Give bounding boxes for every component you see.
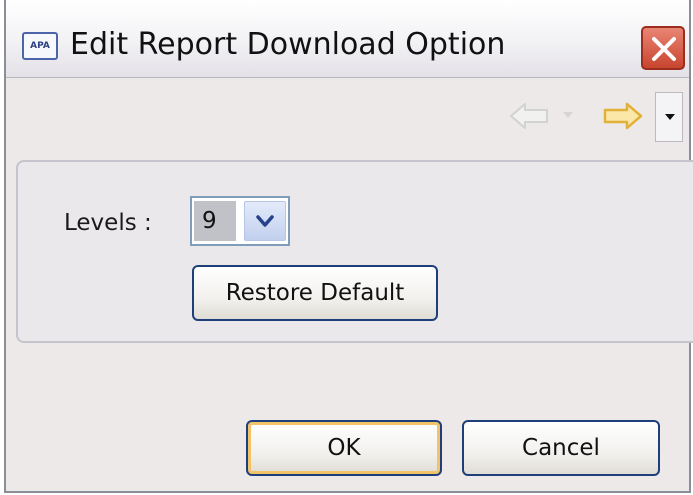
levels-value[interactable]: 9	[194, 201, 236, 241]
back-arrow-icon[interactable]	[509, 102, 549, 130]
apa-app-icon: APA	[22, 32, 58, 60]
dialog-window: APA Edit Report Download Option Levels :…	[4, 0, 693, 493]
window-title: Edit Report Download Option	[70, 27, 506, 62]
chevron-down-icon	[256, 215, 274, 227]
app-icon-text: APA	[30, 41, 50, 51]
forward-dropdown-button[interactable]	[655, 92, 683, 142]
cancel-button[interactable]: Cancel	[462, 420, 660, 476]
back-dropdown-icon[interactable]	[561, 110, 575, 120]
navigation-toolbar	[509, 90, 689, 142]
chevron-down-icon	[665, 114, 675, 120]
close-button[interactable]	[641, 26, 685, 70]
close-icon	[652, 37, 676, 61]
restore-default-button[interactable]: Restore Default	[192, 265, 438, 321]
title-bar[interactable]: APA Edit Report Download Option	[6, 0, 689, 78]
forward-arrow-icon[interactable]	[603, 102, 643, 130]
levels-dropdown-button[interactable]	[244, 201, 286, 241]
ok-button[interactable]: OK	[246, 420, 442, 476]
levels-label: Levels :	[64, 210, 152, 236]
levels-select[interactable]: 9	[190, 196, 290, 246]
